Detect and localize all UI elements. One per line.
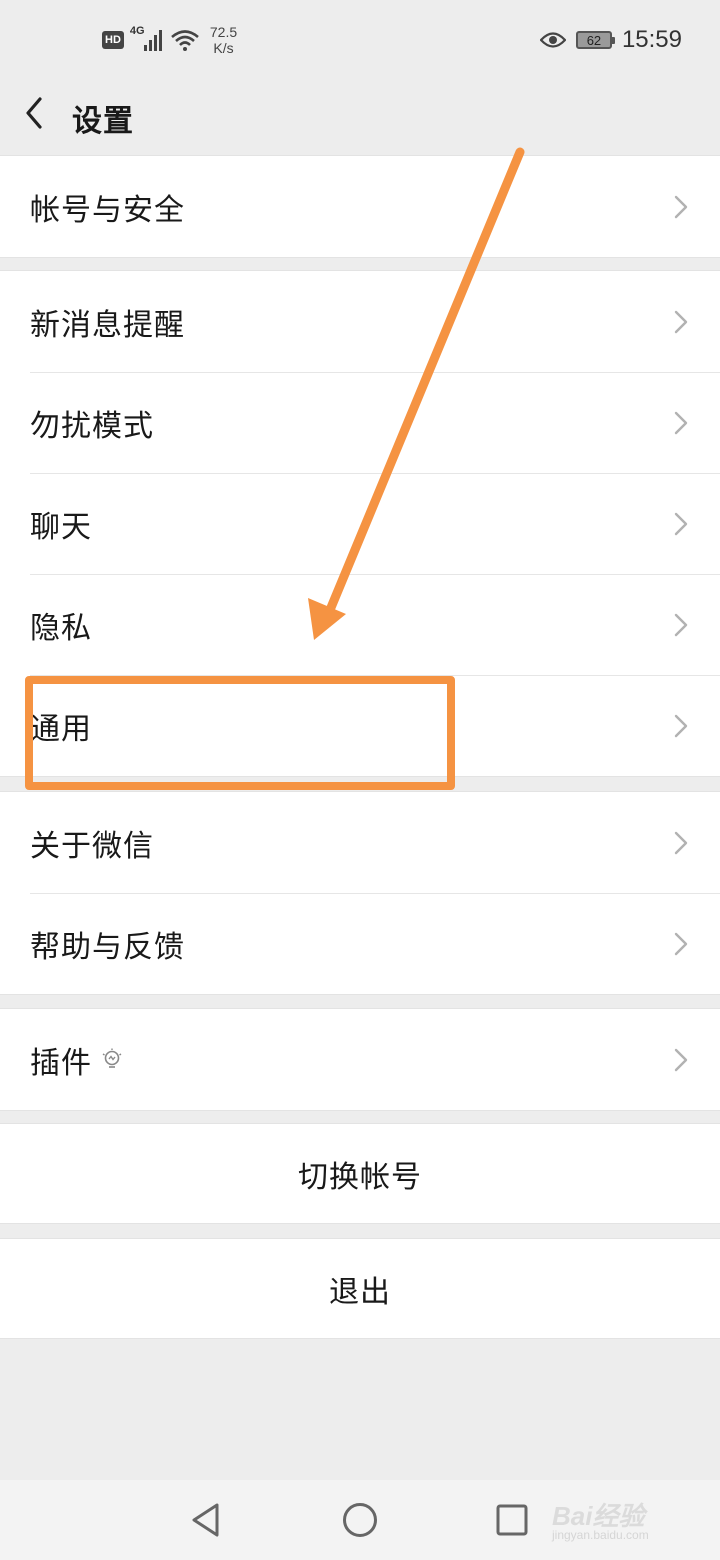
settings-group-main: 新消息提醒 勿扰模式 聊天 隐私 通用: [0, 270, 720, 777]
nav-back-button[interactable]: [186, 1500, 226, 1540]
status-right: 62 15:59: [539, 26, 682, 54]
home-circle-icon: [343, 1503, 377, 1537]
lightbulb-icon: [102, 1048, 122, 1068]
settings-item-help-feedback[interactable]: 帮助与反馈: [0, 893, 720, 994]
settings-item-label: 插件: [30, 1045, 92, 1081]
signal-icon: [143, 30, 162, 51]
settings-item-label: 新消息提醒: [30, 307, 185, 343]
status-time: 15:59: [621, 26, 682, 53]
chevron-right-icon: [674, 512, 688, 535]
eye-icon: [539, 32, 566, 48]
nav-recents-button[interactable]: [492, 1500, 532, 1540]
wifi-icon: [171, 30, 199, 51]
status-bar: HD 4G 72.5 K/s 62 15:59: [0, 0, 720, 80]
back-triangle-icon: [192, 1503, 219, 1537]
settings-group-about: 关于微信 帮助与反馈: [0, 791, 720, 995]
back-button[interactable]: [20, 94, 50, 134]
chevron-right-icon: [674, 932, 688, 955]
settings-item-label: 关于微信: [30, 828, 154, 864]
settings-item-label: 帐号与安全: [30, 192, 185, 228]
chevron-right-icon: [674, 195, 688, 218]
settings-item-plugins-label-wrap: 插件: [30, 1038, 122, 1082]
network-speed: 72.5 K/s: [210, 24, 237, 56]
settings-item-do-not-disturb[interactable]: 勿扰模式: [0, 372, 720, 473]
watermark-sub: jingyan.baidu.com: [552, 1528, 649, 1542]
chevron-left-icon: [26, 97, 42, 129]
settings-item-label: 通用: [30, 711, 92, 747]
settings-item-account-security[interactable]: 帐号与安全: [0, 156, 720, 257]
baidu-jingyan-watermark: Bai经验 jingyan.baidu.com: [540, 1496, 700, 1544]
chevron-right-icon: [674, 1048, 688, 1071]
settings-item-plugins[interactable]: 插件: [0, 1009, 720, 1110]
battery-level: 62: [586, 32, 602, 48]
page-title: 设置: [72, 104, 134, 139]
chevron-right-icon: [674, 411, 688, 434]
switch-account-button[interactable]: 切换帐号: [0, 1123, 720, 1224]
speed-value: 72.5: [209, 24, 238, 40]
settings-item-privacy[interactable]: 隐私: [0, 574, 720, 675]
settings-item-label: 隐私: [30, 610, 92, 646]
settings-group-plugins: 插件: [0, 1008, 720, 1111]
settings-item-notifications[interactable]: 新消息提醒: [0, 271, 720, 372]
hd-badge: HD: [102, 31, 124, 49]
settings-item-general[interactable]: 通用: [0, 675, 720, 776]
settings-item-label: 帮助与反馈: [30, 929, 185, 965]
chevron-right-icon: [674, 310, 688, 333]
settings-item-about[interactable]: 关于微信: [0, 792, 720, 893]
title-bar: 设置: [0, 80, 720, 154]
logout-button[interactable]: 退出: [0, 1238, 720, 1339]
chevron-right-icon: [674, 831, 688, 854]
status-left: HD 4G 72.5 K/s: [102, 24, 237, 56]
settings-item-label: 勿扰模式: [30, 408, 154, 444]
signal-indicator: 4G: [130, 25, 164, 53]
settings-group-account: 帐号与安全: [0, 155, 720, 258]
nav-home-button[interactable]: [340, 1500, 380, 1540]
chevron-right-icon: [674, 613, 688, 636]
recents-square-icon: [496, 1504, 528, 1536]
battery-icon: 62: [575, 31, 615, 49]
chevron-right-icon: [674, 714, 688, 737]
settings-item-chat[interactable]: 聊天: [0, 473, 720, 574]
speed-unit: K/s: [213, 40, 234, 56]
settings-item-label: 聊天: [30, 509, 92, 545]
